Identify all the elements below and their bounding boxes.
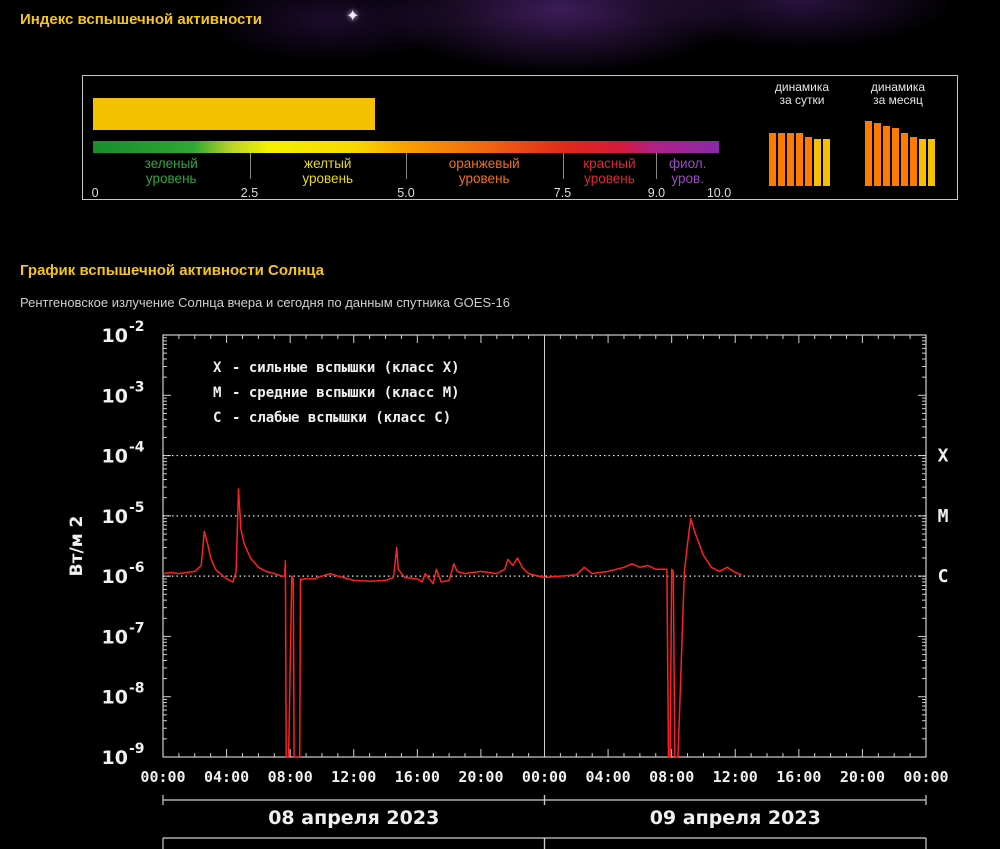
chart-title: График вспышечной активности Солнца (20, 262, 325, 279)
index-tick-label: 7.5 (553, 186, 572, 200)
index-panel: зеленый уровень желтый уровень оранжевый уров… (82, 75, 958, 200)
legend-letter: X (213, 360, 222, 376)
index-tick-label: 0 (91, 186, 99, 200)
legend-letter: M (213, 385, 221, 401)
x-tick-label: 00:00 (903, 768, 948, 786)
day-dynamics-caption: динамика за сутки (757, 81, 847, 107)
y-tick-label-exp: -2 (129, 319, 145, 335)
dynamics-bar (874, 123, 881, 186)
y-tick-label-base: 10 (102, 747, 128, 769)
month-caption-line2: за месяц (873, 93, 923, 107)
y-tick-label-base: 10 (102, 687, 128, 709)
legend-text: - сильные вспышки (класс X) (232, 360, 460, 376)
x-tick-label: 08:00 (268, 768, 313, 786)
dynamics-bar (901, 133, 908, 186)
chart-subtitle: Рентгеновское излучение Солнца вчера и с… (20, 295, 510, 310)
x-tick-label: 00:00 (522, 768, 567, 786)
x-tick-label: 20:00 (840, 768, 885, 786)
y-tick-label-exp: -7 (129, 620, 145, 636)
x-tick-label: 00:00 (140, 768, 185, 786)
zone-label: желтый уровень (302, 156, 354, 186)
y-axis-label: Вт/м 2 (67, 516, 87, 577)
zone-divider (249, 153, 251, 179)
class-level-label: X (938, 446, 949, 467)
zone-label: оранжевый уровень (448, 156, 520, 186)
xray-flux-chart: 10 -210 -310 -410 -510 -610 -710 -810 -900:00 04:… (67, 319, 949, 849)
xray-flux-series (162, 488, 742, 758)
month-dynamics-caption: динамика за месяц (853, 81, 943, 107)
y-tick-label-base: 10 (102, 626, 128, 648)
day-label: 08 апреля 2023 (268, 807, 439, 829)
y-tick-label-exp: -3 (129, 379, 145, 395)
y-tick-label-exp: -8 (129, 681, 145, 697)
dynamics-bar (823, 139, 830, 186)
y-tick-label-exp: -5 (129, 500, 145, 516)
dynamics-bar (796, 133, 803, 186)
dynamics-bar (769, 133, 776, 186)
dynamics-bar (865, 121, 872, 186)
dynamics-bar (919, 139, 926, 186)
index-tick-label: 5.0 (397, 186, 415, 200)
y-tick-label-base: 10 (102, 325, 128, 347)
star-icon: ✦ (346, 8, 360, 25)
x-tick-label: 04:00 (586, 768, 631, 786)
dynamics-bar (787, 133, 794, 186)
x-tick-label: 12:00 (331, 768, 376, 786)
index-tick-label: 2.5 (240, 186, 259, 200)
dynamics-bar (805, 137, 812, 186)
dynamics-bar (892, 128, 899, 186)
dynamics-bar (778, 133, 785, 186)
y-tick-label-exp: -6 (129, 560, 145, 576)
day-dynamics-bars (769, 116, 839, 186)
index-value-bar (93, 98, 375, 130)
x-tick-label: 04:00 (204, 768, 249, 786)
y-tick-label-base: 10 (102, 566, 128, 588)
class-level-label: C (938, 566, 949, 587)
x-tick-label: 16:00 (776, 768, 821, 786)
x-tick-label: 12:00 (713, 768, 758, 786)
y-tick-label-base: 10 (102, 385, 128, 407)
y-tick-label-exp: -4 (129, 440, 145, 456)
zone-divider (406, 153, 407, 179)
zone-divider (656, 153, 658, 179)
dynamics-bar (883, 126, 890, 186)
x-tick-label: 08:00 (649, 768, 694, 786)
day-label: 09 апреля 2023 (650, 807, 821, 829)
x-tick-label: 20:00 (458, 768, 503, 786)
index-tick-label: 10.0 (706, 186, 732, 200)
zone-label: фиол. уров. (668, 156, 707, 186)
zone-divider (562, 153, 564, 179)
y-tick-label-exp: -9 (129, 741, 145, 757)
legend-text: - средние вспышки (класс M) (232, 385, 460, 401)
legend-letter: C (213, 410, 221, 426)
y-tick-label-base: 10 (102, 506, 128, 528)
dynamics-bar (910, 137, 917, 186)
zone-label: красный уровень (583, 156, 636, 186)
y-tick-label-base: 10 (102, 446, 128, 468)
month-dynamics-bars (865, 116, 937, 186)
index-tick-label: 9.0 (647, 186, 666, 200)
x-tick-label: 16:00 (395, 768, 440, 786)
legend-text: - слабые вспышки (класс C) (232, 410, 451, 426)
day-caption-line2: за сутки (779, 93, 825, 107)
dynamics-bar (928, 139, 935, 186)
index-title: Индекс вспышечной активности (20, 11, 262, 28)
dynamics-bar (814, 139, 821, 186)
index-scale-gradient (93, 141, 719, 153)
zone-label: зеленый уровень (144, 156, 198, 186)
class-level-label: M (938, 506, 949, 527)
